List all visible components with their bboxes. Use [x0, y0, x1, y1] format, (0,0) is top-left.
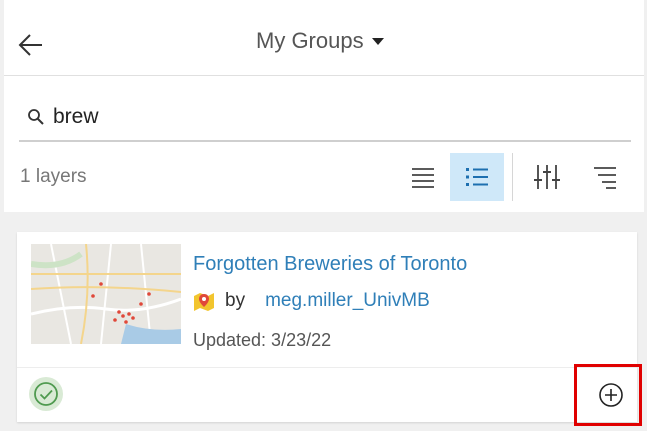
layer-browser-panel: My Groups 1 layers: [4, 0, 644, 431]
sort-button[interactable]: [578, 153, 632, 201]
owner-row: by meg.miller_UnivMB: [193, 290, 430, 312]
layer-card: Forgotten Breweries of Toronto by meg.mi…: [17, 232, 637, 422]
result-count: 1 layers: [20, 166, 87, 187]
map-marker-icon: [194, 293, 214, 311]
group-dropdown[interactable]: My Groups: [256, 28, 384, 54]
back-arrow-icon[interactable]: [16, 31, 44, 59]
list-view-button[interactable]: [396, 153, 450, 201]
toolbar-divider: [512, 153, 513, 201]
caret-down-icon: [371, 37, 384, 45]
bulleted-list-icon: [466, 168, 488, 186]
layer-thumbnail[interactable]: [31, 244, 181, 344]
by-label: by: [225, 290, 246, 311]
updated-date: Updated: 3/23/22: [193, 330, 332, 350]
search-icon: [28, 109, 44, 125]
check-circle-icon: [29, 377, 63, 411]
layer-title-link[interactable]: Forgotten Breweries of Toronto: [193, 253, 467, 276]
header: My Groups: [4, 0, 644, 76]
card-divider: [17, 367, 637, 368]
list-icon: [412, 168, 434, 188]
search-bar: [19, 98, 631, 142]
detailed-list-view-button[interactable]: [450, 153, 504, 201]
sort-icon: [594, 167, 616, 189]
highlight-annotation-box: [574, 364, 642, 426]
owner-link[interactable]: meg.miller_UnivMB: [265, 290, 430, 312]
map-thumbnail-image: [31, 244, 181, 344]
filter-button[interactable]: [520, 153, 574, 201]
search-input[interactable]: [53, 102, 613, 132]
group-dropdown-label: My Groups: [256, 28, 364, 53]
sliders-icon: [534, 165, 560, 189]
